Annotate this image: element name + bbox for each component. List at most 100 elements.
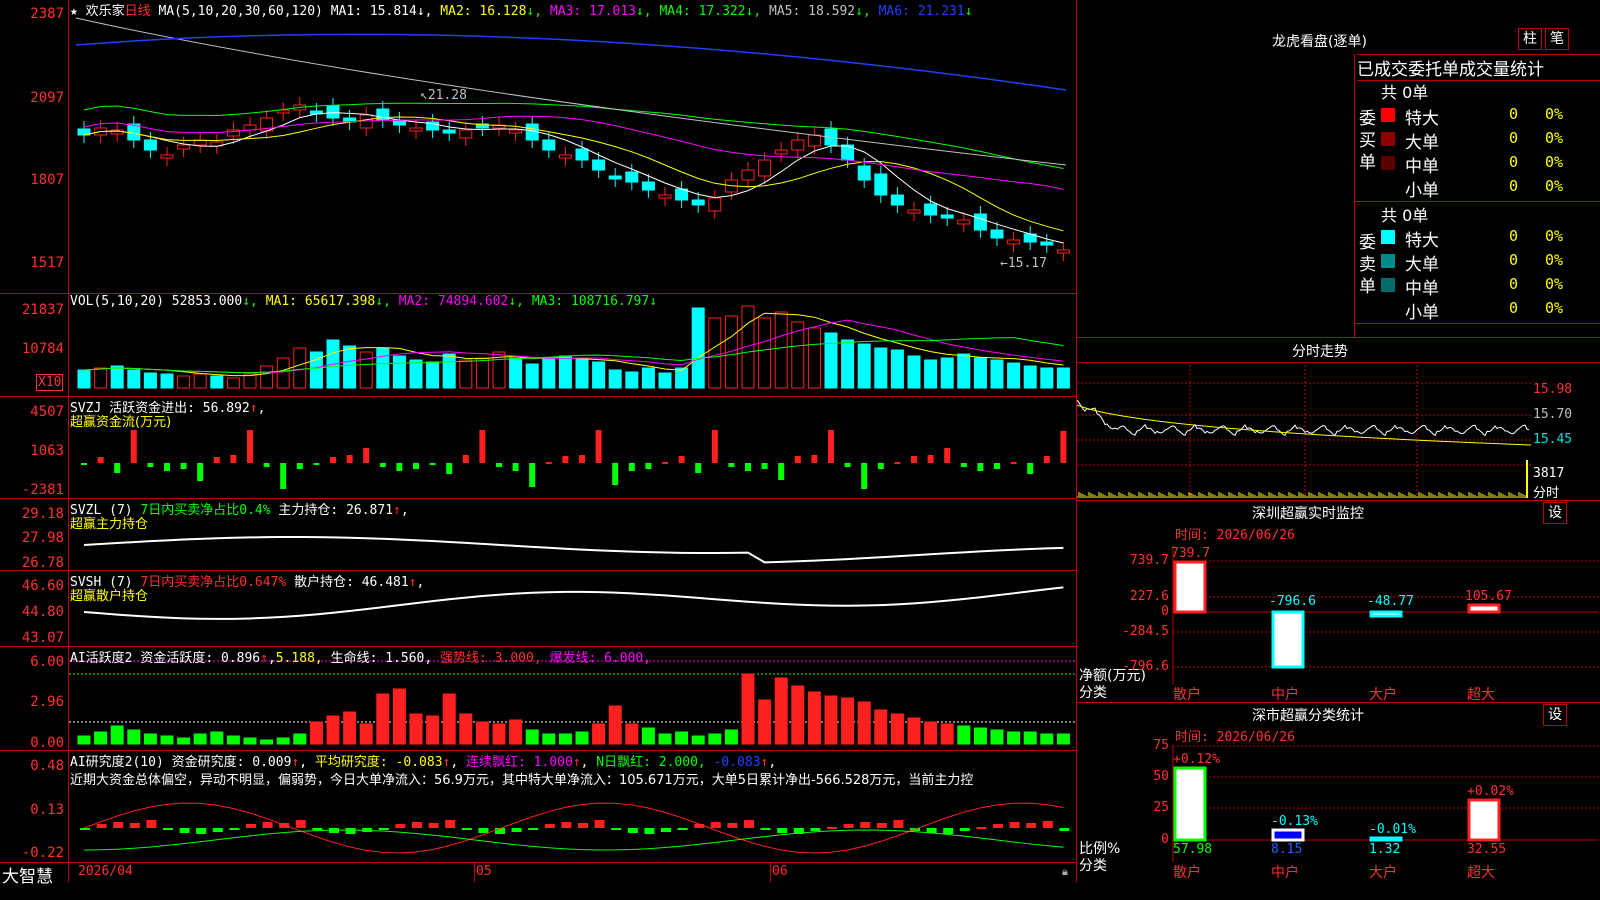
- candle: [857, 165, 871, 181]
- ai2-bar: [558, 733, 572, 745]
- candle: [641, 181, 655, 191]
- monitor-settings-button[interactable]: 设: [1543, 502, 1567, 524]
- ai3-bar: [611, 828, 622, 830]
- ai3-bar: [295, 820, 306, 828]
- lock-icon[interactable]: 🔒︎: [1062, 865, 1068, 879]
- svzj-bar: [363, 448, 370, 463]
- vol-bar: [890, 349, 904, 389]
- ai2-bar: [426, 715, 440, 745]
- period-label[interactable]: 日线: [125, 4, 151, 19]
- ai2-bar: [1023, 731, 1037, 745]
- right-panel: 龙虎看盘(逐单) 柱 笔 已成交委托单成交量统计 委买单 共 0单 特大 0 0% 大…: [1077, 0, 1600, 900]
- price-tick: 2097: [30, 90, 64, 106]
- ai3-bar: [163, 828, 173, 830]
- vol-bar: [907, 355, 921, 389]
- svzj-bar: [628, 463, 635, 471]
- monitor-category: 散户: [1173, 687, 1201, 703]
- ai3-bar: [594, 820, 605, 828]
- kline-chart-area[interactable]: ★ 欢乐家日线 MA(5,10,20,30,60,120) MA1: 15.81…: [0, 0, 1077, 882]
- svzj-bar: [247, 430, 253, 463]
- fenshi-tick: 15.45: [1533, 432, 1573, 447]
- star-icon[interactable]: ★: [70, 4, 78, 19]
- ai2-bar: [1056, 733, 1070, 745]
- monitor-cat-label: 分类: [1079, 685, 1107, 701]
- vol-bar: [226, 377, 240, 389]
- ai2-bar: [509, 719, 523, 745]
- monitor-bar-value: -796.6: [1269, 594, 1316, 609]
- candle: [758, 159, 772, 177]
- svzj-bar: [114, 463, 121, 473]
- candle: [774, 149, 788, 155]
- fenshi-tick: 15.70: [1533, 407, 1573, 422]
- ai2-bar: [990, 729, 1004, 745]
- vol-bar: [990, 359, 1004, 389]
- vol-bar: [276, 357, 290, 389]
- svzj-bar: [479, 430, 486, 463]
- ai2-bar: [475, 721, 489, 745]
- ai2-bar: [857, 701, 871, 745]
- ai3-bar: [810, 828, 821, 831]
- stat-bar: [1271, 828, 1305, 842]
- candle: [907, 209, 921, 214]
- vol-bar: [957, 353, 971, 389]
- stat-bar-value: 57.98: [1173, 842, 1213, 857]
- ai2-bar: [326, 715, 340, 745]
- ai2-bar: [459, 713, 473, 745]
- svzj-bar: [147, 463, 154, 467]
- stat-bar-change: -0.01%: [1369, 822, 1416, 837]
- ai2-bar: [874, 709, 888, 745]
- ai3-bar: [461, 828, 472, 830]
- ai3-bar: [428, 823, 439, 828]
- candle: [1040, 241, 1054, 246]
- ai3-bar: [777, 828, 788, 833]
- svzj-bar: [130, 430, 137, 463]
- svzj-bar: [761, 463, 768, 469]
- vol-bar: [592, 361, 606, 389]
- ai2-bar: [392, 688, 406, 745]
- svzj-bar: [413, 463, 419, 469]
- stat-settings-button[interactable]: 设: [1543, 704, 1567, 726]
- vol-bar: [641, 367, 655, 389]
- stat-tick: 25: [1153, 800, 1169, 815]
- ai3-bar: [478, 828, 489, 833]
- ai2-bar: [1007, 731, 1021, 745]
- ai3-bar: [1026, 823, 1037, 828]
- svsh-subtitle: 超赢散户持仓: [70, 589, 149, 604]
- candle: [160, 154, 174, 159]
- svzj-bar: [97, 457, 104, 463]
- ai3-bar: [179, 828, 190, 833]
- monitor-tick: -796.6: [1122, 659, 1169, 674]
- ai2-bar: [708, 733, 722, 745]
- vol-bar: [1040, 367, 1054, 389]
- ai2-bar: [957, 725, 971, 745]
- stat-bar-value: 8.15: [1271, 842, 1303, 857]
- fenshi-unit: 分时: [1533, 486, 1560, 501]
- time-tick: 05: [476, 864, 492, 879]
- fenshi-vol: 3817: [1533, 466, 1565, 481]
- monitor-tick: 739.7: [1129, 553, 1169, 568]
- vol-bar: [691, 307, 705, 389]
- svzj-bar: [927, 455, 934, 463]
- svzj-bar: [379, 463, 386, 467]
- candle: [973, 213, 987, 231]
- svzj-bar: [1060, 431, 1067, 463]
- svzj-bar: [462, 455, 469, 463]
- ai2-bar: [309, 721, 323, 745]
- ai2-bar: [143, 733, 157, 745]
- svzl-tick: 26.78: [21, 555, 64, 571]
- svzj-bar: [330, 457, 336, 463]
- vol-unit-badge[interactable]: X10: [36, 374, 64, 391]
- ma5-value: MA5: 18.592: [769, 4, 856, 19]
- stat-category: 中户: [1271, 865, 1299, 881]
- ai3-bar: [710, 822, 721, 828]
- ai3-tick: -0.22: [21, 845, 64, 861]
- vol-bar: [193, 373, 207, 389]
- vol-bar: [260, 365, 274, 389]
- ai2-bar: [542, 733, 556, 745]
- stock-name: 欢乐家: [85, 4, 125, 19]
- ai2-bar: [741, 673, 755, 745]
- vol-bar: [1007, 362, 1021, 389]
- ai3-bar: [843, 824, 854, 828]
- fenshi-chart[interactable]: [1077, 0, 1600, 900]
- ai2-bar: [608, 705, 622, 745]
